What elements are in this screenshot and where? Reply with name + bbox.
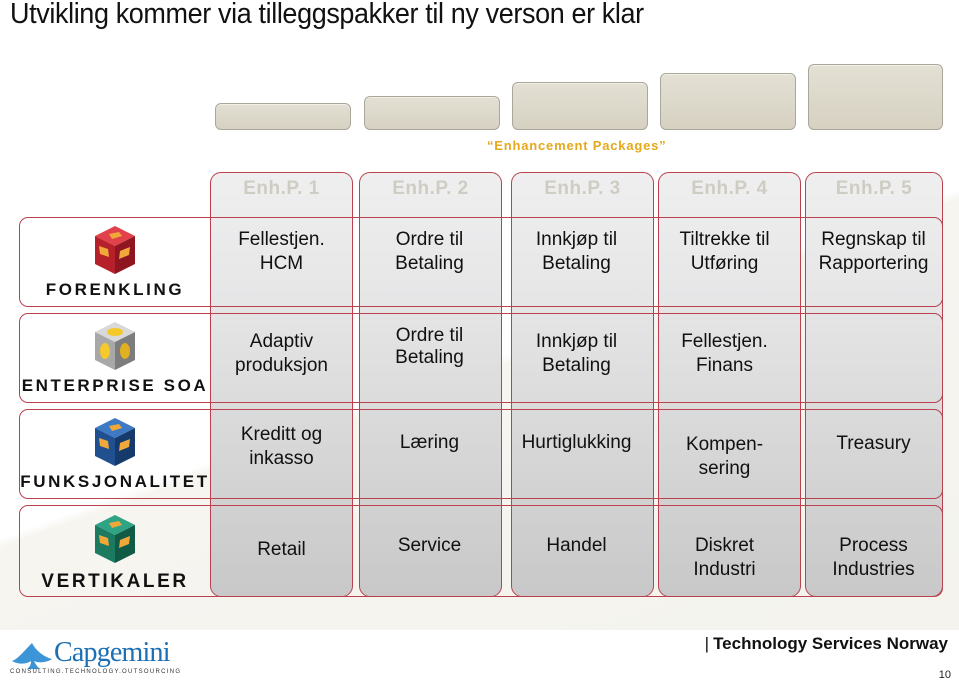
row-label-vertikaler: VERTIKALER xyxy=(20,509,210,597)
step-bar-4 xyxy=(660,73,796,130)
cell-forenkling-enh-4: Tiltrekke til Utføring xyxy=(679,229,770,274)
row-name: ENTERPRISE SOA xyxy=(21,376,209,395)
logo-wordmark: Capgemini xyxy=(54,637,170,668)
column-header: Enh.P. 5 xyxy=(835,178,913,199)
column-header: Enh.P. 2 xyxy=(392,178,469,199)
cell-vertikaler-enh-5: Process Industries xyxy=(832,535,915,580)
cell-forenkling-enh-5: Regnskap til Rapportering xyxy=(818,229,929,274)
cell-funksjonalitet-enh-1: Kreditt og inkasso xyxy=(240,424,323,469)
enhancement-packages-label: “Enhancement Packages” xyxy=(487,138,667,153)
spade-icon xyxy=(12,643,52,669)
footer-company: | Technology Services Norway xyxy=(705,634,948,654)
company-name: Technology Services Norway xyxy=(713,634,948,653)
cell-enterprise-soa-enh-3: Innkjøp til Betaling xyxy=(535,331,618,376)
column-header: Enh.P. 4 xyxy=(691,178,768,199)
silver-cube-icon xyxy=(93,320,137,372)
cell-vertikaler-enh-4: Diskret Industri xyxy=(693,535,756,580)
cell-vertikaler-enh-1: Retail xyxy=(257,539,306,560)
cell-funksjonalitet-enh-5: Treasury xyxy=(836,433,911,454)
column-header: Enh.P. 1 xyxy=(243,178,320,199)
blue-cube-icon xyxy=(93,416,137,468)
cell-funksjonalitet-enh-3: Hurtiglukking xyxy=(521,432,632,453)
cell-forenkling-enh-1: Fellestjen. HCM xyxy=(238,229,325,274)
step-bar-3 xyxy=(512,82,648,130)
cell-vertikaler-enh-3: Handel xyxy=(546,535,607,556)
row-name: FORENKLING xyxy=(45,280,185,299)
step-bar-2 xyxy=(364,96,500,130)
cell-enterprise-soa-enh-2: Ordre til Betaling xyxy=(395,325,464,368)
cell-vertikaler-enh-2: Service xyxy=(397,535,462,556)
red-cube-icon xyxy=(93,224,137,276)
cell-enterprise-soa-enh-4: Fellestjen. Finans xyxy=(681,331,768,376)
row-label-forenkling: FORENKLING xyxy=(20,220,210,308)
capgemini-logo: Capgemini CONSULTING.TECHNOLOGY.OUTSOURC… xyxy=(10,637,180,677)
row-name: VERTIKALER xyxy=(41,571,189,592)
step-bar-1 xyxy=(215,103,351,130)
row-name: FUNKSJONALITET xyxy=(20,472,210,491)
column-header: Enh.P. 3 xyxy=(544,178,621,199)
cell-forenkling-enh-3: Innkjøp til Betaling xyxy=(535,229,618,274)
step-bar-5 xyxy=(808,64,943,130)
row-label-enterprise-soa: ENTERPRISE SOA xyxy=(20,316,210,404)
cell-forenkling-enh-2: Ordre til Betaling xyxy=(395,229,464,274)
separator: | xyxy=(704,634,710,653)
green-cube-icon xyxy=(93,513,137,565)
cell-enterprise-soa-enh-1: Adaptiv produksjon xyxy=(235,331,328,376)
cell-funksjonalitet-enh-2: Læring xyxy=(399,432,460,453)
slide-title: Utvikling kommer via tilleggspakker til … xyxy=(10,0,644,30)
logo-tagline: CONSULTING.TECHNOLOGY.OUTSOURCING xyxy=(10,669,182,675)
row-label-funksjonalitet: FUNKSJONALITET xyxy=(20,412,210,500)
cell-funksjonalitet-enh-4: Kompen-sering xyxy=(685,434,764,479)
page-number: 10 xyxy=(938,669,951,681)
